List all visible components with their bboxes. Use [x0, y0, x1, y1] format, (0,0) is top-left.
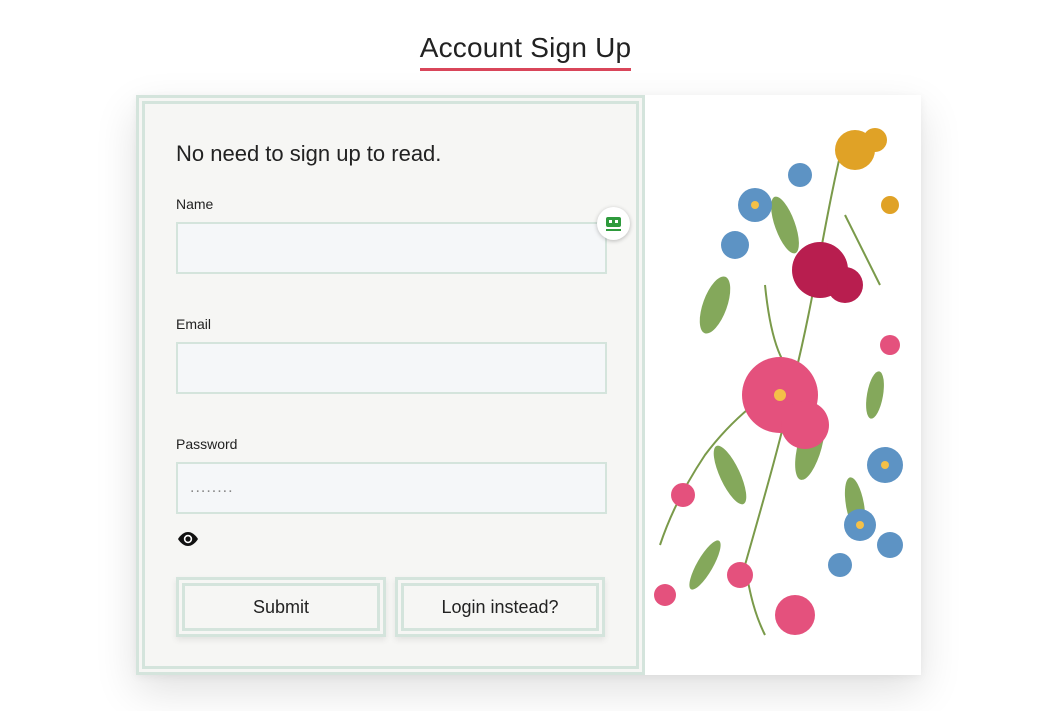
page-title-text: Account Sign Up	[419, 30, 632, 71]
password-input[interactable]	[176, 462, 607, 514]
email-label: Email	[176, 316, 212, 332]
email-input[interactable]	[176, 342, 607, 394]
page-title: Account Sign Up	[0, 30, 1051, 71]
eye-icon[interactable]	[176, 530, 200, 548]
name-input[interactable]	[176, 222, 607, 274]
submit-button[interactable]: Submit	[176, 577, 386, 637]
signup-card: No need to sign up to read. Name Email P…	[136, 95, 921, 675]
password-label: Password	[176, 436, 238, 452]
name-label: Name	[176, 196, 214, 212]
form-subtitle: No need to sign up to read.	[176, 141, 442, 166]
signup-form: No need to sign up to read. Name Email P…	[136, 95, 645, 675]
contact-card-icon[interactable]	[597, 207, 630, 240]
floral-illustration	[645, 95, 921, 675]
login-instead-button[interactable]: Login instead?	[395, 577, 605, 637]
